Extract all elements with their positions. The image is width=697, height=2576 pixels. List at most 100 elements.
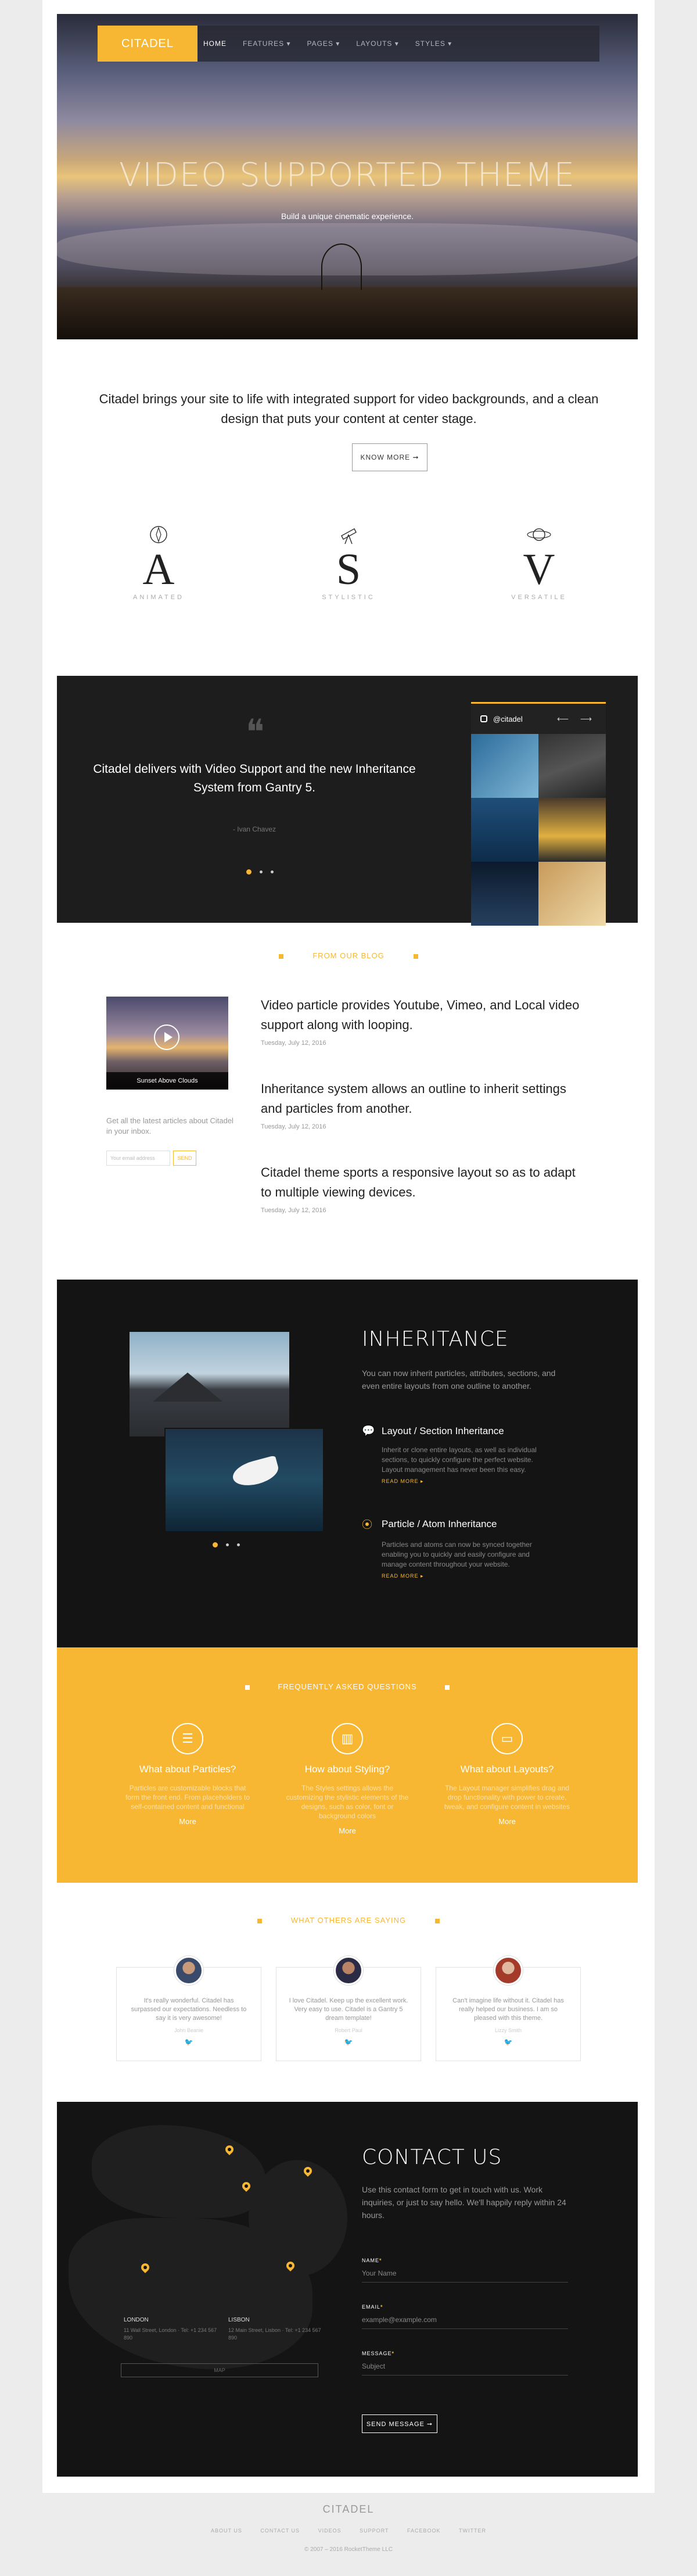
testimonial-text: It's really wonderful. Citadel has surpa… <box>131 1997 247 2022</box>
testimonial-card: Can't imagine life without it. Citadel h… <box>436 1956 581 2061</box>
faq-more-link[interactable]: More <box>275 1826 420 1835</box>
testimonial-text: I love Citadel. Keep up the excellent wo… <box>289 1997 408 2022</box>
inheritance-title: INHERITANCE <box>362 1327 509 1351</box>
feature-stylistic: S STYLISTIC <box>290 523 407 601</box>
map-landmass <box>249 2160 347 2276</box>
feature-letter: S <box>336 545 361 594</box>
instagram-grid <box>471 734 606 926</box>
avatar <box>334 1956 363 1985</box>
instagram-photo[interactable] <box>538 862 606 926</box>
nav-menu: HOME FEATURES ▾ PAGES ▾ LAYOUTS ▾ STYLES… <box>203 26 468 62</box>
post-date: Tuesday, July 12, 2016 <box>261 1040 326 1047</box>
footer-link[interactable]: CONTACT US <box>260 2528 300 2534</box>
inheritance-item-body: Particles and atoms can now be synced to… <box>382 1540 532 1568</box>
faq-section: FREQUENTLY ASKED QUESTIONS ☰ What about … <box>57 1647 638 1883</box>
nav-item-home[interactable]: HOME <box>203 40 227 48</box>
heading-ornament <box>279 954 284 959</box>
avatar <box>174 1956 203 1985</box>
tree-silhouette <box>321 243 362 290</box>
inheritance-slider-dots <box>213 1542 240 1547</box>
slider-dot[interactable] <box>226 1543 229 1546</box>
post-title[interactable]: Inheritance system allows an outline to … <box>261 1079 586 1119</box>
twitter-icon[interactable]: 🐦 <box>436 2038 580 2046</box>
slider-dot[interactable] <box>213 1542 218 1547</box>
play-icon[interactable] <box>154 1024 179 1050</box>
quote-text: Citadel delivers with Video Support and … <box>93 762 416 794</box>
instagram-photo[interactable] <box>471 734 538 798</box>
nav-item-styles[interactable]: STYLES ▾ <box>415 40 452 48</box>
blog-heading: FROM OUR BLOG <box>42 951 655 960</box>
bar-chart-icon: ▥ <box>332 1723 363 1754</box>
know-more-button[interactable]: KNOW MORE ➞ <box>352 443 427 471</box>
nav-item-layouts[interactable]: LAYOUTS ▾ <box>356 40 398 48</box>
required-marker: * <box>380 2304 383 2310</box>
blog-video-thumbnail[interactable]: Sunset Above Clouds <box>106 997 228 1090</box>
instagram-photo[interactable] <box>471 798 538 862</box>
message-input[interactable]: Subject <box>362 2362 568 2376</box>
slider-dot[interactable] <box>271 870 274 873</box>
quote-slider-dots <box>246 869 274 875</box>
faq-more-link[interactable]: More <box>115 1817 260 1826</box>
field-label: EMAIL* <box>362 2304 568 2310</box>
footer-logo[interactable]: CITADEL <box>0 2503 697 2516</box>
nav-item-pages[interactable]: PAGES ▾ <box>307 40 340 48</box>
instagram-photo[interactable] <box>538 734 606 798</box>
heron-image <box>164 1428 324 1532</box>
site-logo[interactable]: CITADEL <box>98 26 197 62</box>
required-marker: * <box>391 2351 395 2356</box>
testimonials-heading-text: WHAT OTHERS ARE SAYING <box>290 1916 407 1925</box>
instagram-handle[interactable]: @citadel <box>493 715 523 723</box>
faq-item: ▥ How about Styling? The Styles settings… <box>275 1723 420 1835</box>
testimonial-author: Robert Paul <box>335 2027 362 2033</box>
feature-label: VERSATILE <box>511 594 567 601</box>
testimonial-author: John Beanie <box>174 2027 204 2033</box>
instagram-header: @citadel ⟵ ⟶ <box>471 704 606 734</box>
instagram-photo[interactable] <box>538 798 606 862</box>
post-date: Tuesday, July 12, 2016 <box>261 1123 326 1130</box>
quote-icon: ❝ <box>246 713 265 751</box>
faq-body: The Styles settings allows the customizi… <box>286 1784 409 1820</box>
slider-dot[interactable] <box>246 869 252 875</box>
office-detail: 11 Wall Street, London · Tel: +1 234 567… <box>124 2327 217 2341</box>
heading-ornament <box>435 1918 440 1923</box>
faq-heading-text: FREQUENTLY ASKED QUESTIONS <box>278 1682 417 1691</box>
inheritance-item-heading: 💬 Layout / Section Inheritance <box>362 1425 571 1437</box>
post-title[interactable]: Citadel theme sports a responsive layout… <box>261 1163 586 1202</box>
nav-item-features[interactable]: FEATURES ▾ <box>243 40 290 48</box>
footer-link[interactable]: FACEBOOK <box>407 2528 441 2534</box>
map-button[interactable]: MAP <box>121 2363 318 2377</box>
footer-link[interactable]: VIDEOS <box>318 2528 342 2534</box>
heading-ornament <box>257 1918 262 1923</box>
feature-label: STYLISTIC <box>322 594 375 601</box>
instagram-photo[interactable] <box>471 862 538 926</box>
name-input[interactable]: Your Name <box>362 2269 568 2283</box>
slider-dot[interactable] <box>260 870 263 873</box>
quote-author: - Ivan Chavez <box>232 825 276 833</box>
monitor-icon: ▭ <box>491 1723 523 1754</box>
heron-shape <box>230 1455 281 1490</box>
post-title[interactable]: Video particle provides Youtube, Vimeo, … <box>261 995 586 1035</box>
footer-link[interactable]: SUPPORT <box>360 2528 389 2534</box>
inheritance-item-title: Layout / Section Inheritance <box>382 1425 504 1436</box>
feature-label: ANIMATED <box>132 594 185 601</box>
footer-copyright: © 2007 – 2016 RocketTheme LLC <box>304 2546 393 2553</box>
footer-link[interactable]: ABOUT US <box>211 2528 242 2534</box>
message-field: MESSAGE* Subject <box>362 2351 568 2376</box>
read-more-link[interactable]: READ MORE ▸ <box>382 1573 571 1579</box>
instagram-arrows[interactable]: ⟵ ⟶ <box>557 714 597 724</box>
feature-letter: V <box>523 545 555 594</box>
newsletter-send-button[interactable]: SEND <box>173 1151 196 1166</box>
email-input[interactable]: example@example.com <box>362 2316 568 2329</box>
faq-body: The Layout manager simplifies drag and d… <box>444 1784 570 1811</box>
twitter-icon[interactable]: 🐦 <box>276 2038 421 2046</box>
office-city: LONDON <box>124 2317 149 2323</box>
faq-more-link[interactable]: More <box>434 1817 580 1826</box>
send-message-button[interactable]: SEND MESSAGE ➞ <box>362 2414 437 2433</box>
newsletter-email-input[interactable]: Your email address <box>106 1151 170 1166</box>
contact-section: LONDON 11 Wall Street, London · Tel: +1 … <box>57 2102 638 2477</box>
twitter-icon[interactable]: 🐦 <box>117 2038 261 2046</box>
slider-dot[interactable] <box>237 1543 240 1546</box>
inheritance-section: INHERITANCE You can now inherit particle… <box>57 1280 638 1647</box>
footer-link[interactable]: TWITTER <box>459 2528 486 2534</box>
read-more-link[interactable]: READ MORE ▸ <box>382 1478 571 1485</box>
